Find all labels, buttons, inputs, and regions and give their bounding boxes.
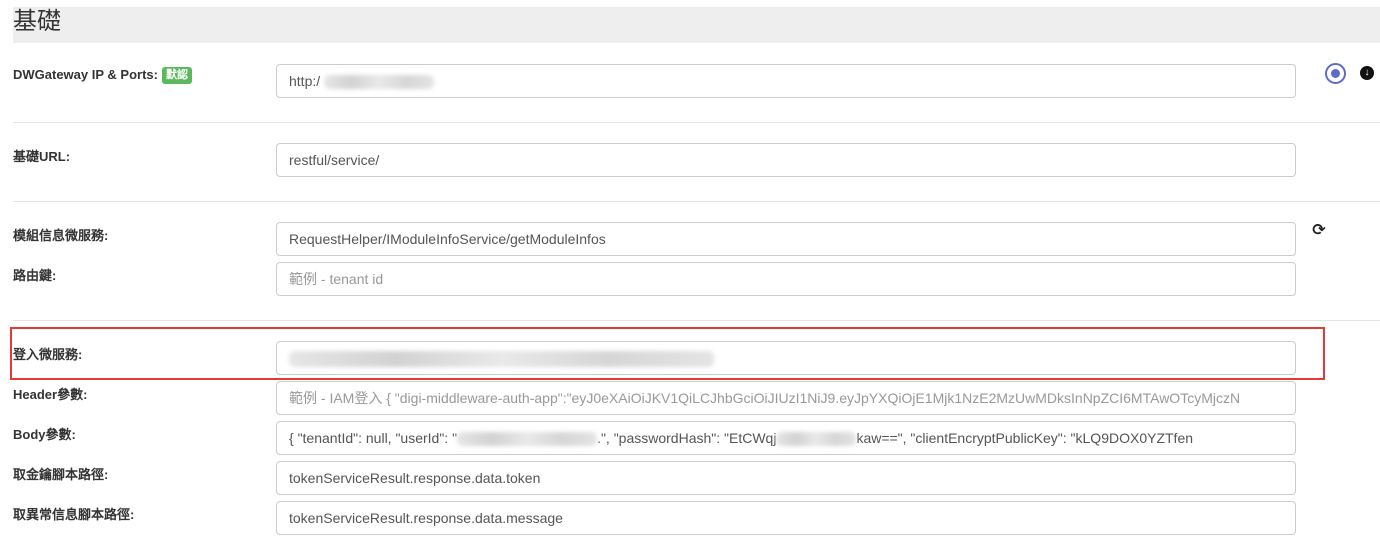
base-url-label: 基礎URL:	[13, 149, 71, 164]
body-params-text: kaw==", "clientEncryptPublicKey": "kLQ9D…	[856, 430, 1194, 446]
token-path-input[interactable]: tokenServiceResult.response.data.token	[276, 461, 1296, 495]
body-params-input[interactable]: { "tenantId": null, "userId": " .", "pass…	[276, 421, 1296, 455]
refresh-icon[interactable]: ⟳	[1310, 222, 1328, 240]
error-path-input[interactable]: tokenServiceResult.response.data.message	[276, 501, 1296, 535]
gateway-input[interactable]: http:/	[276, 64, 1296, 98]
header-params-label: Header參數:	[13, 387, 88, 402]
route-key-label: 路由鍵:	[13, 268, 57, 283]
header-params-input[interactable]: 範例 - IAM登入 { "digi-middleware-auth-app":…	[276, 381, 1296, 415]
body-params-text: { "tenantId": null, "userId": "	[289, 430, 458, 446]
gateway-input-value: http:/	[289, 73, 321, 89]
default-badge: 默認	[161, 67, 192, 84]
base-url-input[interactable]: restful/service/	[276, 143, 1296, 177]
route-key-input[interactable]: 範例 - tenant id	[276, 262, 1296, 296]
module-info-label: 模組信息微服務:	[13, 228, 109, 243]
token-path-label: 取金鑰腳本路徑:	[13, 467, 109, 482]
gateway-label-text: DWGateway IP & Ports:	[13, 67, 158, 82]
redacted-blur	[776, 432, 857, 447]
section-title: 基礎	[13, 8, 61, 35]
divider	[13, 320, 1380, 321]
download-circle-icon[interactable]: ↓	[1360, 66, 1374, 80]
divider	[13, 122, 1380, 123]
module-info-input[interactable]: RequestHelper/IModuleInfoService/getModu…	[276, 222, 1296, 256]
body-params-label: Body參數:	[13, 427, 76, 442]
redacted-blur	[324, 75, 435, 90]
highlight-box	[10, 327, 1325, 380]
redacted-blur	[457, 432, 598, 447]
section-header: 基礎	[13, 7, 1380, 43]
gateway-label: DWGateway IP & Ports: 默認	[13, 67, 192, 84]
error-path-label: 取異常信息腳本路徑:	[13, 507, 135, 522]
body-params-text: .", "passwordHash": "EtCWqj	[597, 430, 777, 446]
divider	[13, 201, 1380, 202]
radio-selected-icon[interactable]	[1325, 63, 1346, 84]
